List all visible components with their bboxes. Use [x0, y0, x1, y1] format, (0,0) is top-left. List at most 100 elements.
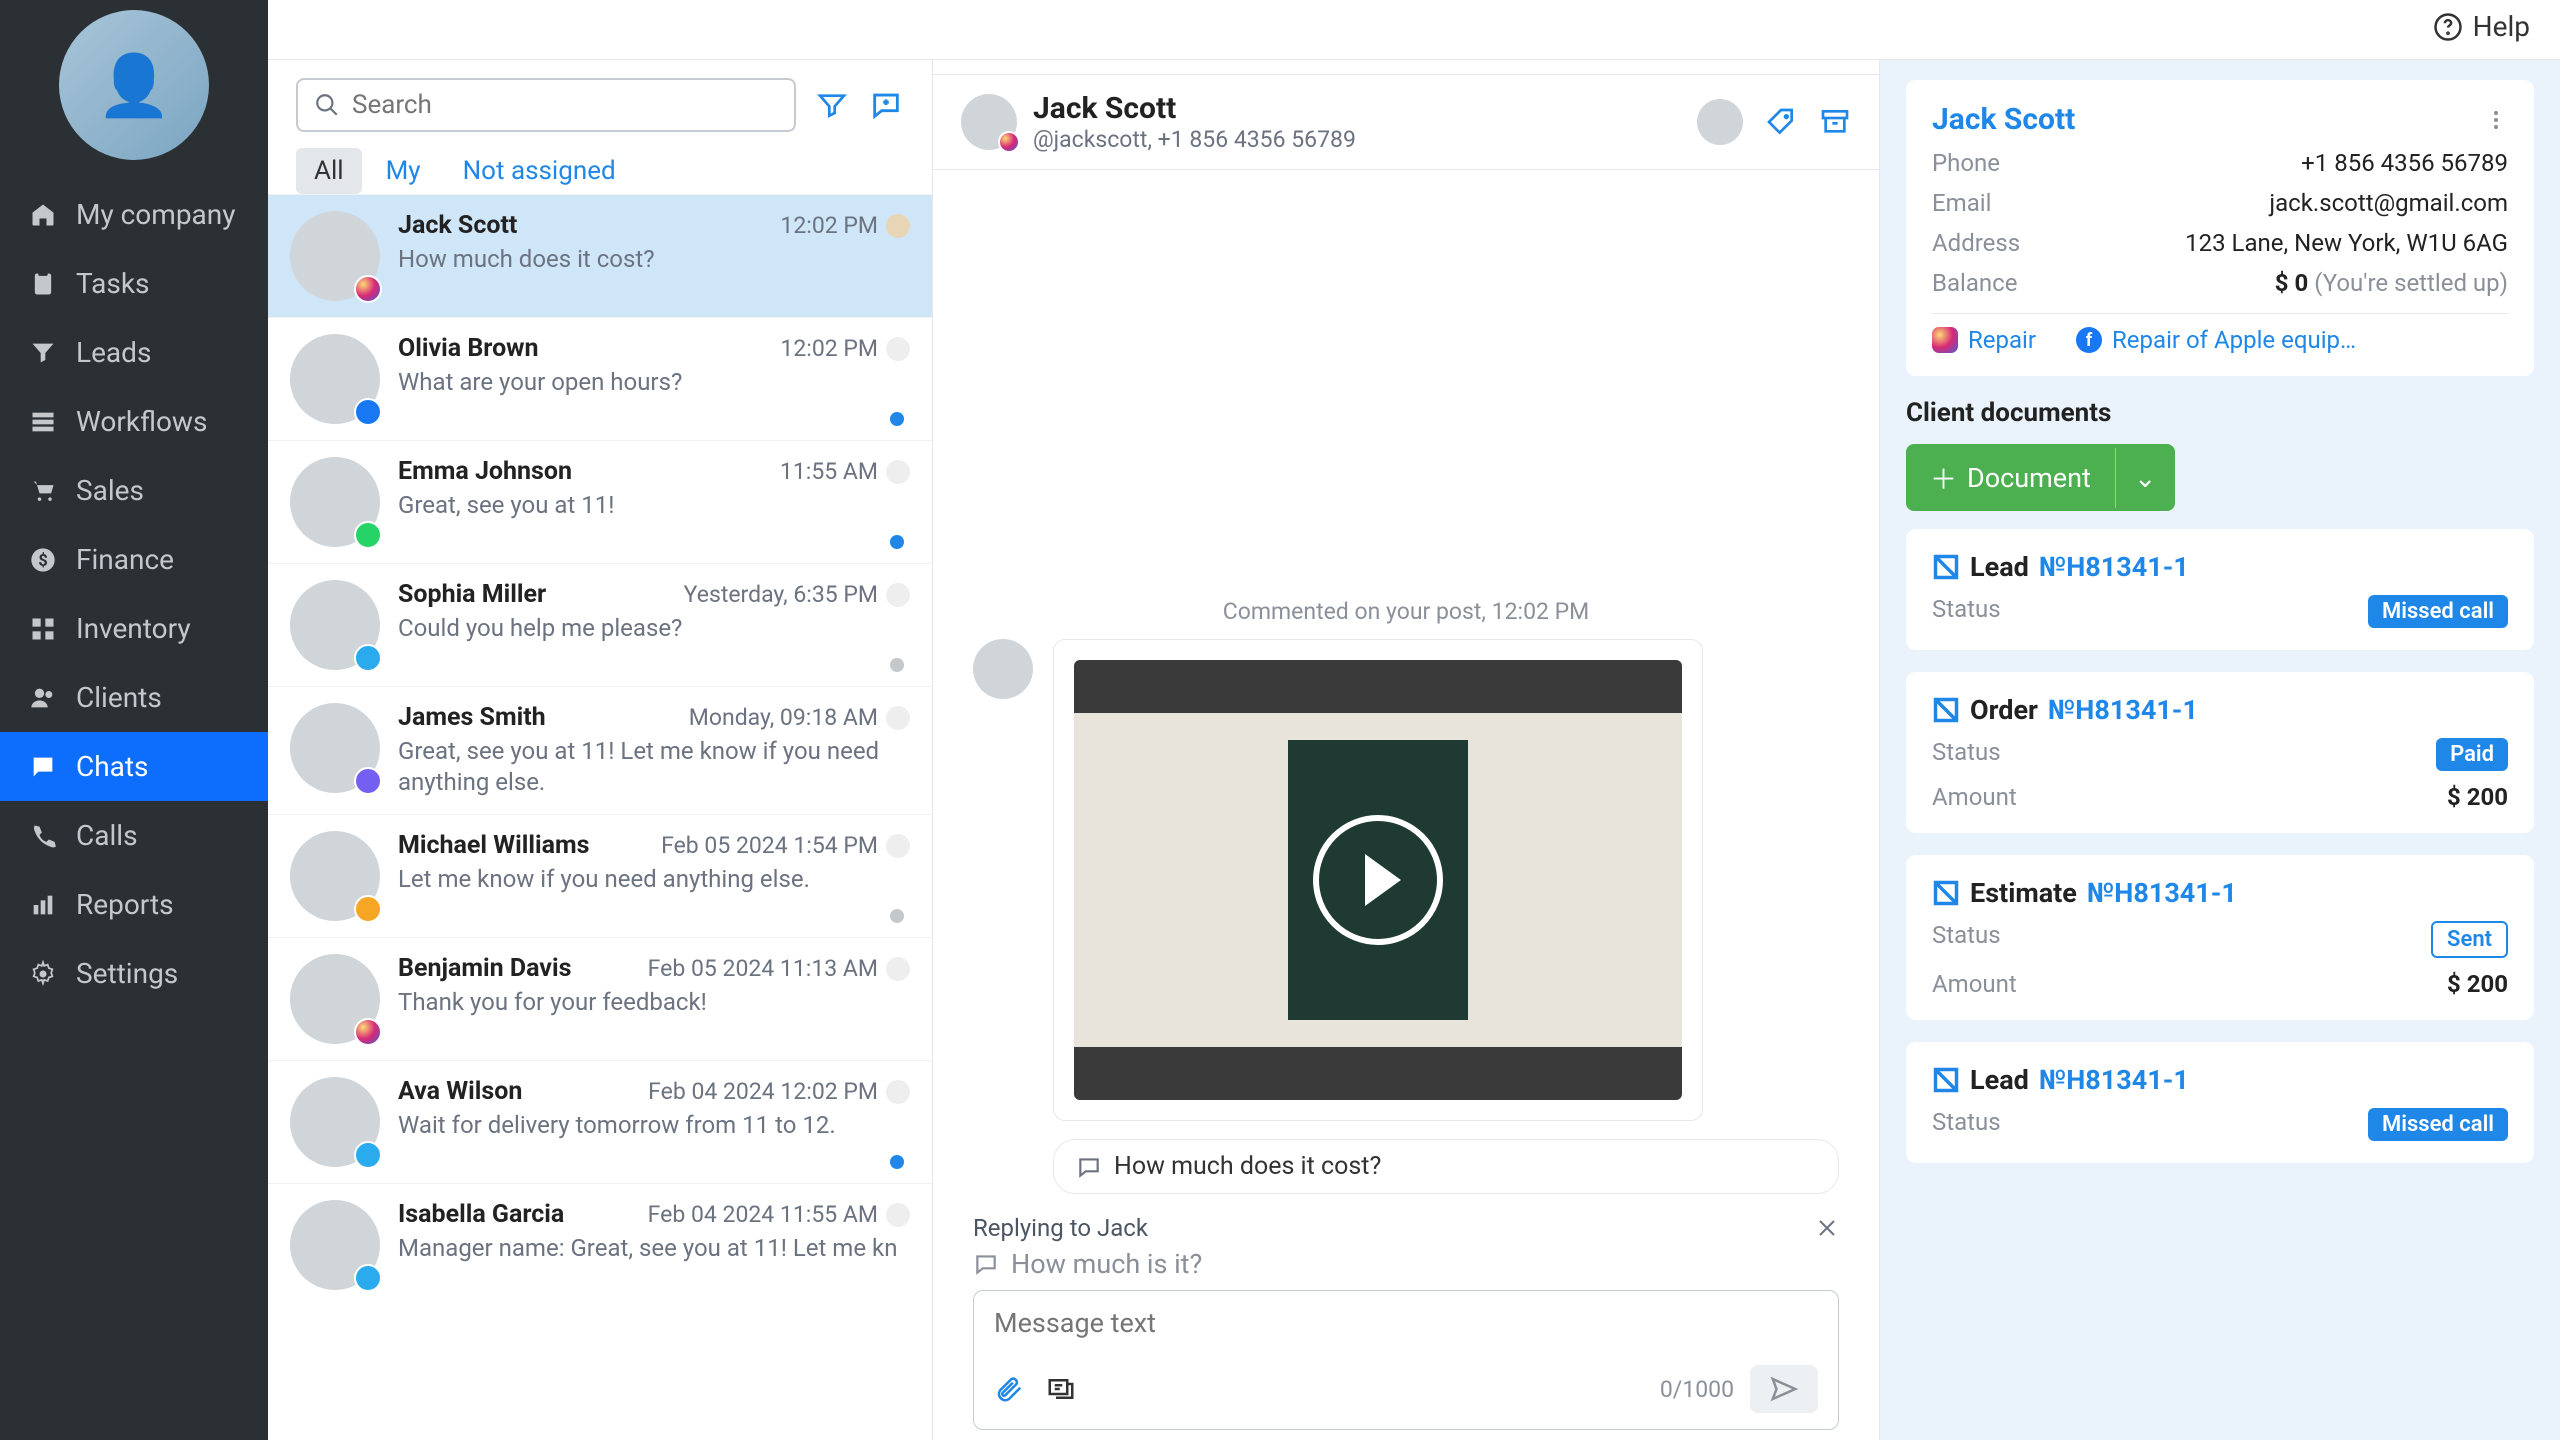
nav-leads[interactable]: Leads: [0, 318, 268, 387]
help-icon[interactable]: [2433, 12, 2463, 42]
assignee-icon: [886, 214, 910, 238]
sidebar: 👤 My company Tasks Leads Workflows Sales…: [0, 0, 268, 1440]
chat-preview: Great, see you at 11!: [398, 490, 910, 521]
channel-icon: [354, 644, 382, 672]
channel-icon: [354, 1264, 382, 1292]
chat-item[interactable]: Isabella Garcia Feb 04 2024 11:55 AM Man…: [268, 1183, 932, 1306]
play-icon[interactable]: [1313, 815, 1443, 945]
chat-name: Michael Williams: [398, 831, 589, 860]
comment-meta: Commented on your post, 12:02 PM: [973, 598, 1839, 625]
status-label: Status: [1932, 921, 2001, 958]
tag-icon[interactable]: [1765, 106, 1797, 138]
document-card[interactable]: Estimate №H81341-1 StatusSent Amount$ 20…: [1906, 855, 2534, 1020]
nav-my-company[interactable]: My company: [0, 180, 268, 249]
chat-item[interactable]: Sophia Miller Yesterday, 6:35 PM Could y…: [268, 563, 932, 686]
chat-item[interactable]: James Smith Monday, 09:18 AM Great, see …: [268, 686, 932, 814]
document-card[interactable]: Lead №H81341-1 StatusMissed call: [1906, 1042, 2534, 1163]
email-value: jack.scott@gmail.com: [2269, 189, 2508, 217]
chat-time: Yesterday, 6:35 PM: [684, 581, 878, 608]
ig-link[interactable]: Repair: [1932, 326, 2036, 354]
chat-avatar: [290, 1077, 380, 1167]
new-document-button[interactable]: ＋Document ⌄: [1906, 444, 2175, 511]
chat-item[interactable]: Michael Williams Feb 05 2024 1:54 PM Let…: [268, 814, 932, 937]
search-input[interactable]: [352, 90, 778, 120]
chat-item[interactable]: Jack Scott 12:02 PM How much does it cos…: [268, 194, 932, 317]
chat-preview: Thank you for your feedback!: [398, 987, 910, 1018]
nav-inventory[interactable]: Inventory: [0, 594, 268, 663]
thread-handle: @jackscott, +1 856 4356 56789: [1033, 126, 1356, 153]
email-label: Email: [1932, 189, 1991, 217]
chat-time: 12:02 PM: [780, 335, 878, 362]
plus-icon: ＋: [1930, 458, 1957, 497]
video-thumbnail[interactable]: [1074, 660, 1682, 1100]
archive-icon[interactable]: [1819, 106, 1851, 138]
compose-box: 0/1000: [973, 1290, 1839, 1430]
attach-icon[interactable]: [994, 1374, 1024, 1404]
nav-clients[interactable]: Clients: [0, 663, 268, 732]
message-input[interactable]: [994, 1307, 1818, 1353]
address-value: 123 Lane, New York, W1U 6AG: [2185, 229, 2508, 257]
nav-finance[interactable]: $Finance: [0, 525, 268, 594]
assignee-avatar[interactable]: [1697, 99, 1743, 145]
doc-number: №H81341-1: [2087, 877, 2237, 909]
template-icon[interactable]: [1046, 1374, 1076, 1404]
close-reply-icon[interactable]: [1815, 1216, 1839, 1240]
help-link[interactable]: Help: [2473, 10, 2530, 43]
chat-preview: What are your open hours?: [398, 367, 910, 398]
new-chat-icon[interactable]: [868, 87, 904, 123]
doc-icon: [1932, 553, 1960, 581]
nav-reports[interactable]: Reports: [0, 870, 268, 939]
status-badge: Sent: [2431, 921, 2508, 958]
document-card[interactable]: Lead №H81341-1 StatusMissed call: [1906, 529, 2534, 650]
document-card[interactable]: Order №H81341-1 StatusPaid Amount$ 200: [1906, 672, 2534, 833]
fb-link[interactable]: fRepair of Apple equip…: [2076, 326, 2356, 354]
chat-name: James Smith: [398, 703, 546, 732]
chat-item[interactable]: Emma Johnson 11:55 AM Great, see you at …: [268, 440, 932, 563]
status-label: Status: [1932, 1108, 2001, 1141]
users-icon: [28, 683, 58, 713]
nav-calls[interactable]: Calls: [0, 801, 268, 870]
nav-sales[interactable]: Sales: [0, 456, 268, 525]
chat-time: 11:55 AM: [780, 458, 878, 485]
tab-all[interactable]: All: [296, 148, 362, 194]
chat-name: Sophia Miller: [398, 580, 546, 609]
tab-not-assigned[interactable]: Not assigned: [445, 148, 634, 194]
doc-number: №H81341-1: [2048, 694, 2198, 726]
assignee-icon: [886, 337, 910, 361]
send-button[interactable]: [1750, 1365, 1818, 1413]
nav-label: Calls: [76, 819, 138, 852]
nav-chats[interactable]: Chats: [0, 732, 268, 801]
nav-settings[interactable]: Settings: [0, 939, 268, 1008]
user-avatar[interactable]: 👤: [59, 10, 209, 160]
more-icon[interactable]: [2484, 108, 2508, 132]
doc-number: №H81341-1: [2039, 1064, 2189, 1096]
nav-tasks[interactable]: Tasks: [0, 249, 268, 318]
amount-value: $ 200: [2447, 783, 2508, 811]
nav-label: Finance: [76, 543, 174, 576]
chat-item[interactable]: Olivia Brown 12:02 PM What are your open…: [268, 317, 932, 440]
contact-avatar[interactable]: [961, 94, 1017, 150]
chat-preview: Let me know if you need anything else.: [398, 864, 910, 895]
tab-my[interactable]: My: [368, 148, 439, 194]
nav-label: Inventory: [76, 612, 191, 645]
status-label: Status: [1932, 738, 2001, 771]
reply-quote-text: How much is it?: [1011, 1248, 1202, 1280]
chats-column: Chats All My Not assigned Jack Scott 12:…: [268, 0, 933, 1440]
search-input-wrap[interactable]: [296, 78, 796, 132]
chat-item[interactable]: Benjamin Davis Feb 05 2024 11:13 AM Than…: [268, 937, 932, 1060]
chat-item[interactable]: Ava Wilson Feb 04 2024 12:02 PM Wait for…: [268, 1060, 932, 1183]
chevron-down-icon[interactable]: ⌄: [2115, 448, 2175, 508]
text-message: How much does it cost?: [1053, 1139, 1839, 1194]
chat-time: Feb 05 2024 11:13 AM: [648, 955, 878, 982]
video-card[interactable]: [1053, 639, 1703, 1121]
filter-icon[interactable]: [814, 87, 850, 123]
funnel-icon: [28, 338, 58, 368]
channel-icon: [354, 1141, 382, 1169]
nav-label: Clients: [76, 681, 162, 714]
nav-workflows[interactable]: Workflows: [0, 387, 268, 456]
phone-icon: [28, 821, 58, 851]
chat-avatar: [290, 334, 380, 424]
chat-preview: Wait for delivery tomorrow from 11 to 12…: [398, 1110, 910, 1141]
status-label: Status: [1932, 595, 2001, 628]
amount-label: Amount: [1932, 783, 2017, 811]
